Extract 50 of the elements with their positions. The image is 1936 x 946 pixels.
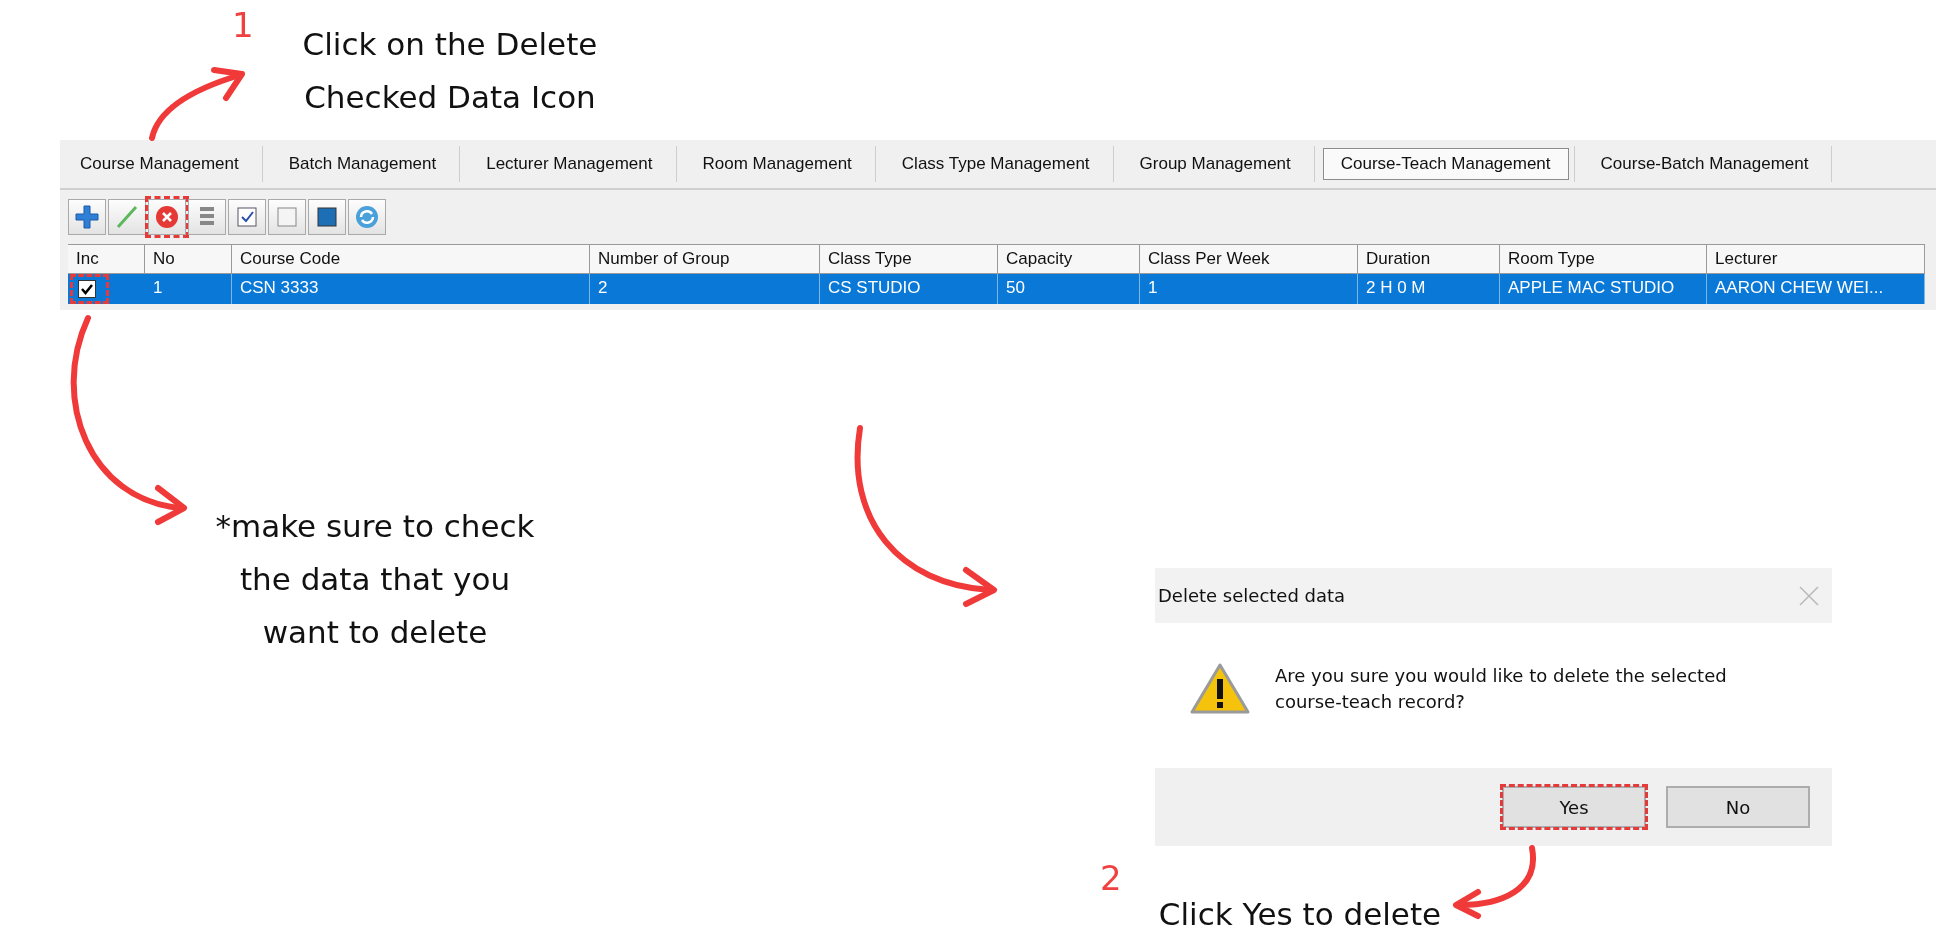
table-cell: CSN 3333 [232,274,590,304]
dialog-button[interactable]: Yes [1502,786,1646,828]
dialog-message: Are you sure you would like to delete the selected course-teach record? [1275,663,1727,714]
step-number: 2 [1100,858,1122,898]
warning-icon [1189,661,1251,716]
instruction-text: Click Yes to delete [1157,895,1443,934]
plus-icon [74,204,100,230]
toolbar-button[interactable] [148,199,186,235]
column-header[interactable]: Lecturer [1707,244,1925,274]
tab[interactable]: Batch Management [270,148,455,180]
table-cell: 2 [590,274,820,304]
table-cell: CS STUDIO [820,274,998,304]
dialog-title: Delete selected data [1158,585,1346,606]
refresh-icon [354,204,380,230]
column-header[interactable]: No [145,244,232,274]
toolbar-button[interactable] [308,199,346,235]
table-cell: 1 [145,274,232,304]
toolbar-button[interactable] [228,199,266,235]
pencil-icon [114,204,140,230]
note-text: *make sure to check the data that you want to delete [214,507,536,652]
table-cell: AARON CHEW WEI... [1707,274,1925,304]
table-cell: APPLE MAC STUDIO [1500,274,1707,304]
table-cell: 1 [1140,274,1358,304]
tab[interactable]: Course-Teach Management [1322,148,1569,180]
checkbox-icon [234,204,260,230]
empty-checkbox-icon [274,204,300,230]
column-header[interactable]: Class Per Week [1140,244,1358,274]
tab[interactable]: Course Management [62,148,257,180]
checkbox[interactable] [78,280,96,298]
tab[interactable]: Room Management [684,148,870,180]
column-header[interactable]: Duration [1358,244,1500,274]
table-cell: 50 [998,274,1140,304]
column-header[interactable]: Class Type [820,244,998,274]
delete-icon [154,204,180,230]
column-header[interactable]: Room Type [1500,244,1707,274]
toolbar-button[interactable] [68,199,106,235]
instruction-text: Click on the Delete Checked Data Icon [301,25,599,117]
filled-square-icon [314,204,340,230]
toolbar-button[interactable] [188,199,226,235]
tab[interactable]: Lecturer Management [468,148,671,180]
column-header[interactable]: Course Code [232,244,590,274]
column-header[interactable]: Number of Group [590,244,820,274]
table-cell: 2 H 0 M [1358,274,1500,304]
tab[interactable]: Class Type Management [883,148,1108,180]
step-number: 1 [232,5,254,45]
tab[interactable]: Course-Batch Management [1582,148,1827,180]
column-header[interactable]: Capacity [998,244,1140,274]
column-header[interactable]: Inc [68,244,145,274]
dialog-button[interactable]: No [1666,786,1810,828]
tab[interactable]: Group Management [1121,148,1309,180]
